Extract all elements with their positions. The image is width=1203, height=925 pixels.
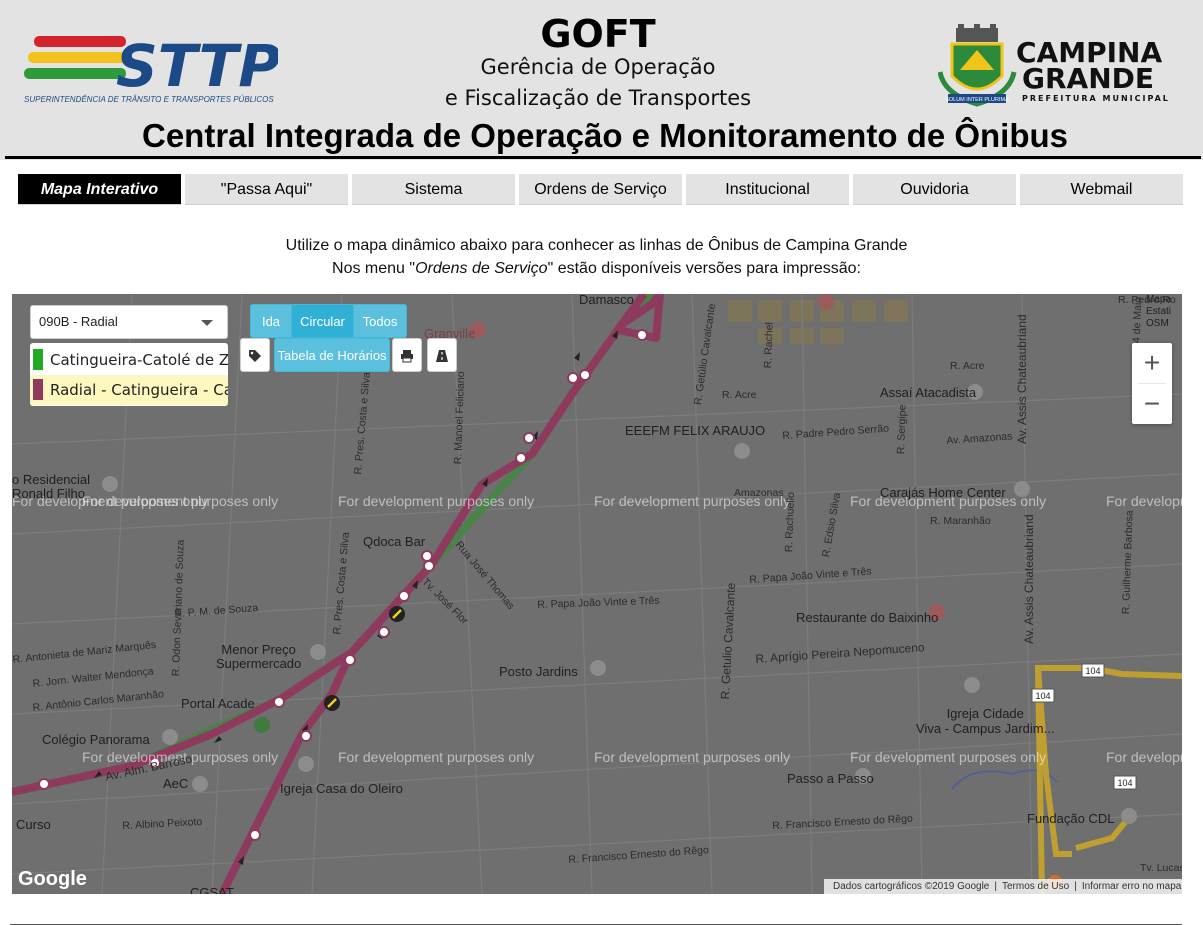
header-divider [5, 156, 1201, 159]
street-label: R. Acre [722, 389, 757, 401]
legend-item[interactable]: Catingueira-Catolé de Zé Ferreira [30, 345, 228, 375]
intro-ordens-link: Ordens de Serviço [415, 260, 548, 277]
legend-swatch [33, 349, 43, 370]
interactive-map[interactable]: 104 104 104 For development purposes onl… [12, 294, 1182, 894]
place-label: EEEFM FELIX ARAUJO [625, 423, 766, 438]
place-label: CGSAT [190, 885, 234, 894]
intro-line-2-prefix: Nos menu " [332, 260, 416, 277]
intro-line-2: Nos menu "Ordens de Serviço" estão dispo… [0, 260, 1193, 278]
place-label: Curso [16, 817, 51, 832]
place-label: Fundação CDL [1027, 811, 1115, 826]
map-watermark: For development purposes only [1106, 493, 1182, 509]
street-label: R. Rachel [762, 321, 776, 369]
place-label: Igreja Casa do Oleiro [280, 781, 403, 796]
place-label: Portal Acade [181, 696, 255, 711]
line-select-value: 090B - Radial [39, 314, 118, 329]
place-label: AeC [163, 776, 189, 791]
city-motto: SOLUM INTER PLURIMA [945, 97, 1009, 103]
place-label: Qdoca Bar [363, 534, 426, 549]
tab-mapa-interativo[interactable]: Mapa Interativo [18, 174, 181, 205]
sttp-logo-text: STTP [116, 32, 278, 100]
place-label: Carajás Home Center [880, 485, 1006, 500]
route-badge-1: 104 [1085, 666, 1100, 676]
print-icon [401, 350, 413, 363]
route-badge-3: 104 [1117, 778, 1132, 788]
route-legend: Catingueira-Catolé de Zé Ferreira Radial… [30, 343, 228, 406]
chevron-down-icon [201, 320, 213, 326]
goft-subtitle-2: e Fiscalização de Transportes [444, 86, 752, 110]
map-watermark: For development purposes only [338, 493, 535, 509]
sttp-logo-subtitle: SUPERINTENDÊNCIA DE TRÂNSITO E TRANSPORT… [24, 95, 274, 104]
direction-ida-button[interactable]: Ida [250, 304, 292, 338]
attribution-data: Dados cartográficos ©2019 Google [833, 881, 990, 892]
zoom-control: + − [1132, 343, 1172, 424]
direction-todos-button[interactable]: Todos [353, 304, 407, 338]
place-label: Menor Preço Supermercado [216, 642, 302, 671]
print-button[interactable] [392, 338, 422, 372]
intro-line-1: Utilize o mapa dinâmico abaixo para conh… [285, 237, 908, 254]
tab-institucional[interactable]: Institucional [686, 174, 849, 205]
city-logo-line2: GRANDE [1022, 62, 1154, 95]
legend-item[interactable]: Radial - Catingueira - Catolé [30, 375, 228, 405]
city-logo-line3: PREFEITURA MUNICIPAL [1022, 94, 1170, 103]
road-icon [436, 350, 448, 362]
street-label: R. Pedro Ro [1118, 294, 1176, 306]
map-watermark: For development purposes only [338, 749, 535, 765]
goft-subtitle-1: Gerência de Operação [480, 55, 716, 79]
map-watermark: For development purposes only [850, 749, 1047, 765]
road-button[interactable] [427, 338, 457, 372]
tab-sistema[interactable]: Sistema [352, 174, 515, 205]
tab-ordens-de-servico[interactable]: Ordens de Serviço [519, 174, 682, 205]
legend-label: Catingueira-Catolé de Zé Ferreira [50, 351, 228, 369]
street-label: Av. Assis Chateaubriand [1022, 514, 1036, 644]
zoom-out-button[interactable]: − [1132, 384, 1172, 424]
schedule-table-button[interactable]: Tabela de Horários [274, 338, 390, 372]
tab-webmail[interactable]: Webmail [1020, 174, 1183, 205]
campina-grande-logo[interactable]: SOLUM INTER PLURIMA CAMPINA GRANDE PREFE… [938, 24, 1178, 108]
tab-passa-aqui[interactable]: "Passa Aqui" [185, 174, 348, 205]
street-label: Amazonas [734, 487, 784, 499]
intro-line-2-suffix: " estão disponíveis versões para impress… [547, 260, 861, 277]
place-label: Restaurante do Baixinho [796, 610, 939, 625]
place-label: Passo a Passo [787, 771, 874, 786]
goft-title: GOFT [540, 12, 656, 56]
street-label: R. Maranhão [930, 515, 991, 527]
line-select[interactable]: 090B - Radial [30, 305, 228, 339]
place-label: Colégio Panorama [42, 732, 150, 747]
map-watermark: For development purposes only [1106, 749, 1182, 765]
sttp-logo[interactable]: STTP SUPERINTENDÊNCIA DE TRÂNSITO E TRAN… [24, 28, 278, 108]
city-crest-icon: SOLUM INTER PLURIMA [938, 24, 1017, 107]
legend-swatch [33, 379, 43, 400]
route-badge-2: 104 [1035, 691, 1050, 701]
street-label: Av. Assis Chateaubriand [1015, 314, 1029, 444]
zoom-in-button[interactable]: + [1132, 343, 1172, 383]
place-label: Igreja Cidade Viva - Campus Jardim... [916, 706, 1055, 736]
google-logo[interactable]: Google [18, 868, 87, 891]
main-navigation: Mapa Interativo "Passa Aqui" Sistema Ord… [18, 174, 1186, 206]
place-label: Damasco [579, 294, 634, 307]
street-label: Tv. Lucas A [1140, 862, 1182, 874]
street-label: R. Sergipe [895, 404, 909, 455]
tag-button[interactable] [240, 338, 270, 372]
place-label: o Residencial Ronald Filho [12, 472, 91, 501]
legend-label: Radial - Catingueira - Catolé [50, 381, 228, 399]
map-watermark: For development purposes only [82, 493, 279, 509]
tab-ouvidoria[interactable]: Ouvidoria [853, 174, 1016, 205]
site-header: STTP SUPERINTENDÊNCIA DE TRÂNSITO E TRAN… [0, 0, 1203, 160]
tag-icon [249, 350, 261, 362]
street-label: R. Acre [950, 360, 985, 372]
street-label: R. Rachuello [783, 491, 798, 553]
place-label: Assaí Atacadista [880, 385, 977, 400]
page-title: Central Integrada de Operação e Monitora… [142, 117, 1068, 154]
report-error-link[interactable]: Informar erro no mapa [1082, 881, 1182, 892]
direction-circular-button[interactable]: Circular [291, 304, 354, 338]
place-label: Posto Jardins [499, 664, 578, 679]
terms-link[interactable]: Termos de Uso [1002, 881, 1069, 892]
map-attribution: Dados cartográficos ©2019 Google | Termos … [824, 879, 1182, 894]
map-watermark: For development purposes only [594, 749, 791, 765]
